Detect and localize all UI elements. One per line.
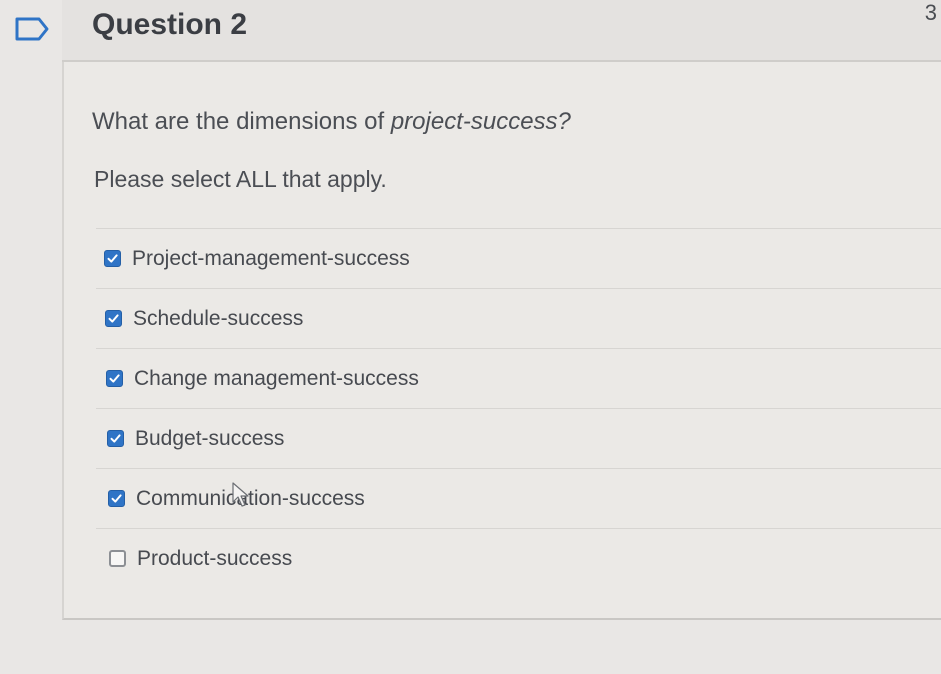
answer-option[interactable]: Product-success	[96, 529, 941, 588]
checkmark-icon	[110, 433, 121, 443]
prompt-emphasis: project-success?	[390, 108, 571, 135]
question-title: Question 2	[92, 8, 248, 41]
instruction-text: Please select ALL that apply.	[94, 166, 387, 192]
answer-option[interactable]: Project-management-success	[96, 229, 941, 289]
checkmark-icon	[111, 493, 122, 503]
answer-label[interactable]: Product-success	[137, 547, 292, 571]
answer-checkbox[interactable]	[107, 429, 124, 447]
answer-option[interactable]: Schedule-success	[96, 289, 941, 349]
answer-label[interactable]: Schedule-success	[133, 307, 303, 331]
checkmark-icon	[109, 373, 120, 383]
answer-label[interactable]: Budget-success	[135, 427, 284, 451]
flag-question-icon[interactable]	[14, 16, 50, 42]
answer-list: Project-management-success Schedule-succ…	[96, 228, 941, 588]
answer-label[interactable]: Change management-success	[134, 367, 419, 391]
question-prompt: What are the dimensions of project-succe…	[92, 108, 571, 136]
mouse-cursor-icon	[232, 482, 249, 507]
answer-option[interactable]: Change management-success	[96, 349, 941, 409]
answer-checkbox[interactable]	[104, 249, 121, 267]
answer-checkbox[interactable]	[105, 309, 122, 327]
answer-label[interactable]: Communication-success	[136, 487, 365, 511]
answer-checkbox[interactable]	[109, 549, 126, 567]
question-points: 3	[924, 0, 937, 25]
answer-label[interactable]: Project-management-success	[132, 247, 410, 271]
answer-option[interactable]: Budget-success	[96, 409, 941, 469]
answer-option[interactable]: Communication-success	[96, 469, 941, 529]
checkmark-icon	[108, 313, 119, 323]
answer-checkbox[interactable]	[106, 369, 123, 387]
checkmark-icon	[107, 253, 118, 263]
prompt-text: What are the dimensions of	[92, 108, 391, 135]
answer-checkbox[interactable]	[108, 489, 125, 507]
